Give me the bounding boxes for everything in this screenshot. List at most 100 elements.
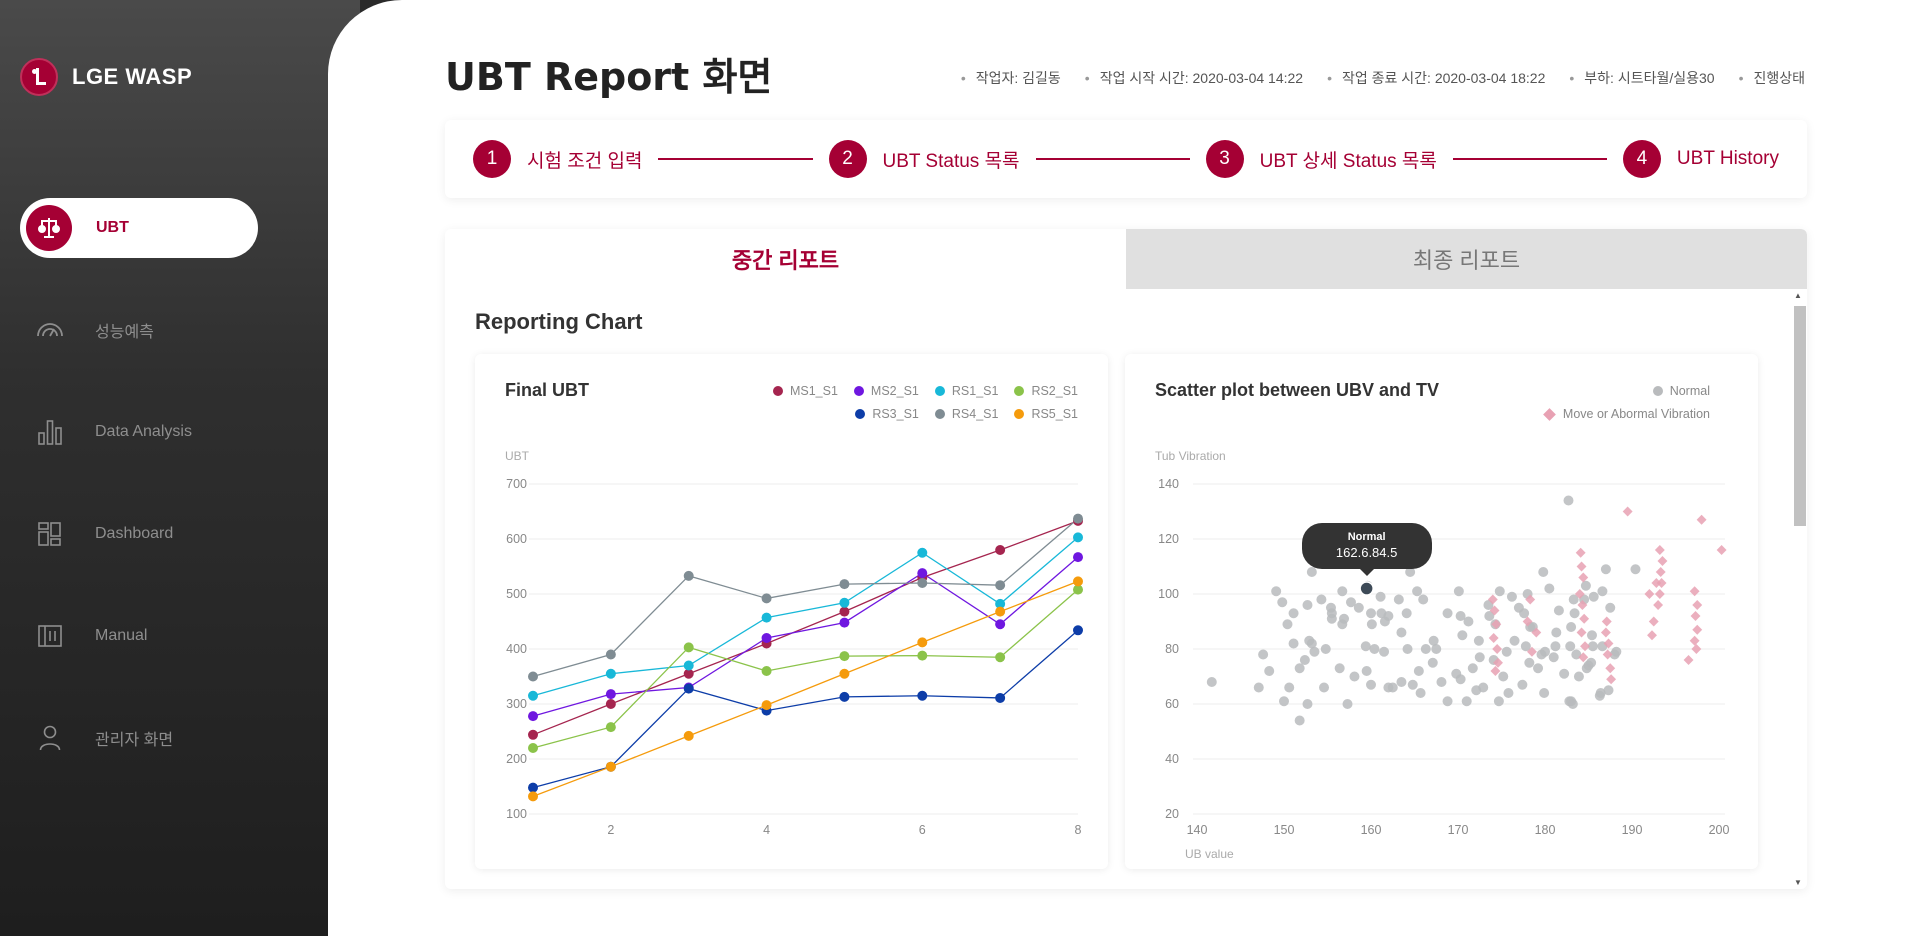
data-point-normal [1396,677,1407,687]
data-point-normal [1420,644,1431,654]
data-point-rs1_s1 [683,660,694,671]
data-point-rs5_s1 [761,700,772,711]
data-point-rs1_s1 [761,612,772,623]
data-point-rs2_s1 [605,722,616,733]
scroll-up-arrow-icon[interactable]: ▲ [1794,291,1802,300]
data-point-normal [1279,696,1289,707]
y-tick-label: 140 [1158,477,1179,491]
data-point-rs2_s1 [839,651,850,662]
x-axis-label: UB value [1185,847,1234,861]
data-point-normal [1253,682,1264,693]
data-point-normal [1349,671,1360,682]
sidebar-item-performance-prediction[interactable]: 성능예측 [20,300,258,360]
data-point-normal [1302,600,1313,610]
lg-logo-icon [20,58,58,96]
data-point-rs5_s1 [605,761,616,772]
data-point-normal [1326,613,1337,624]
step-connector [1035,158,1190,160]
data-point-normal [1581,663,1592,674]
step-label: 시험 조건 입력 [527,150,643,172]
data-point-normal [1457,630,1468,641]
step-label: UBT History [1676,148,1779,169]
data-point-normal [1402,644,1413,654]
step-ubt-status-list[interactable]: 2 UBT Status 목록 [828,140,1020,178]
data-point-ms2_s1 [761,633,772,643]
step-ubt-history[interactable]: 4 UBT History [1622,140,1779,178]
data-point-normal [1580,580,1591,591]
data-point-normal [1413,666,1424,676]
step-condition-input[interactable]: 1 시험 조건 입력 [473,140,642,178]
data-point-abnormal [1644,589,1655,599]
scroll-down-arrow-icon[interactable]: ▼ [1794,878,1802,887]
sidebar-item-data-analysis[interactable]: Data Analysis [20,402,258,462]
data-point-normal [1550,641,1561,652]
data-point-normal [1316,594,1327,605]
data-point-rs3_s1 [1073,625,1083,636]
data-point-normal [1503,688,1514,698]
data-point-rs2_s1 [683,642,694,653]
app-logo[interactable]: LGE WASP [20,58,192,96]
scroll-thumb[interactable] [1794,306,1806,526]
data-point-abnormal [1657,556,1668,566]
tab-interim-report[interactable]: 중간 리포트 [445,229,1126,289]
data-point-abnormal [1579,613,1590,624]
x-tick-label: 200 [1709,823,1730,837]
data-point-rs4_s1 [683,570,694,581]
data-point-abnormal [1690,611,1701,621]
data-point-abnormal [1488,633,1499,643]
data-point-normal [1467,663,1478,674]
data-point-rs1_s1 [917,547,928,558]
data-point-abnormal [1653,600,1664,610]
step-connector [1452,158,1607,160]
data-point-rs3_s1 [995,692,1006,703]
data-point-normal [1544,583,1555,594]
y-tick-label: 20 [1165,807,1179,821]
sidebar-item-label: Manual [95,627,148,644]
panel-scrollbar[interactable]: ▲ ▼ [1791,289,1807,889]
data-point-rs5_s1 [917,637,928,648]
data-point-normal [1264,666,1275,676]
data-point-normal [1334,663,1345,674]
report-panel: 중간 리포트 최종 리포트 Reporting Chart Final UBT … [445,229,1807,889]
data-point-rs2_s1 [761,666,772,676]
section-title: Reporting Chart [475,309,643,334]
data-point-normal [1551,627,1562,638]
data-point-rs2_s1 [917,650,928,661]
data-point-normal [1586,630,1597,641]
data-point-ms2_s1 [995,619,1006,630]
data-point-normal [1319,682,1330,693]
meta-status: 진행상태 [1739,68,1805,88]
highlighted-data-point [1359,581,1374,596]
data-point-rs5_s1 [683,730,694,741]
data-point-abnormal [1575,547,1586,558]
sidebar-item-admin[interactable]: 관리자 화면 [20,708,258,768]
sidebar-item-dashboard[interactable]: Dashboard [20,504,258,564]
data-point-normal [1597,586,1608,597]
step-number: 2 [828,140,867,178]
data-point-rs3_s1 [839,691,850,702]
data-point-rs5_s1 [528,791,538,802]
ubv-tv-scatter-chart: Tub Vibration UB value 20 40 60 80 100 120 140 14… [1155,449,1730,861]
data-point-rs4_s1 [1073,513,1083,524]
y-tick-label: 500 [506,587,527,601]
sidebar-item-manual[interactable]: Manual [20,606,258,666]
job-meta: 작업자: 김길동 작업 시작 시간: 2020-03-04 14:22 작업 종… [961,68,1805,88]
dashboard-icon [35,519,65,549]
tab-final-report[interactable]: 최종 리포트 [1126,229,1807,289]
sidebar-item-ubt[interactable]: UBT [20,198,258,258]
data-point-normal [1605,602,1616,613]
data-point-normal [1630,564,1641,575]
data-point-ms2_s1 [917,568,928,579]
y-tick-label: 600 [506,532,527,546]
data-point-normal [1559,668,1570,679]
page-title: UBT Report 화면 [445,55,773,99]
data-point-normal [1539,688,1550,698]
data-point-normal [1474,652,1485,663]
y-tick-label: 120 [1158,532,1179,546]
data-point-normal [1567,699,1578,709]
data-point-abnormal [1580,641,1590,652]
x-tick-label: 160 [1361,823,1382,837]
data-point-abnormal [1605,663,1616,674]
data-point-normal [1442,696,1453,707]
step-ubt-detail-status-list[interactable]: 3 UBT 상세 Status 목록 [1205,140,1437,178]
